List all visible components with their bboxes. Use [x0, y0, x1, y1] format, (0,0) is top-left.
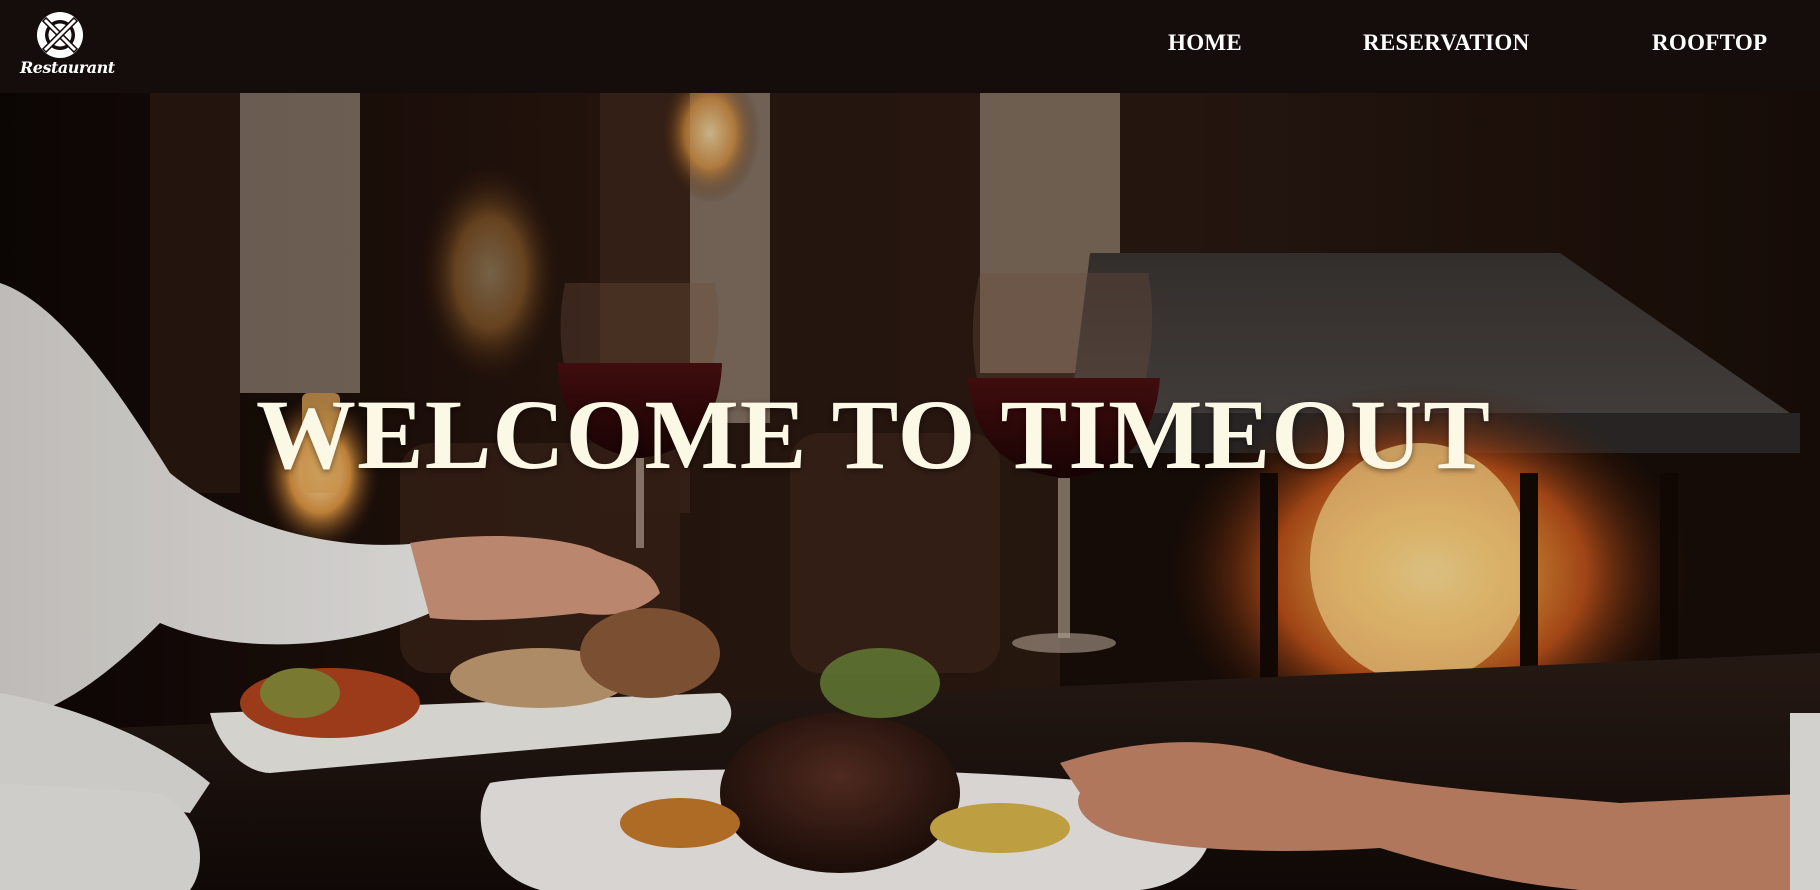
hero-title: WELCOME TO TIMEOUT	[256, 379, 1491, 490]
hero-section: WELCOME TO TIMEOUT	[0, 93, 1820, 890]
nav-rooftop-link[interactable]: ROOFTOP	[1652, 30, 1767, 56]
restaurant-dinner-fireplace-photo	[0, 93, 1820, 890]
nav-reservation-link[interactable]: RESERVATION	[1363, 30, 1530, 56]
nav-home-link[interactable]: HOME	[1168, 30, 1242, 56]
top-navbar: Restaurant HOME RESERVATION ROOFTOP	[0, 0, 1820, 93]
nav-links: HOME RESERVATION ROOFTOP	[0, 0, 1820, 86]
